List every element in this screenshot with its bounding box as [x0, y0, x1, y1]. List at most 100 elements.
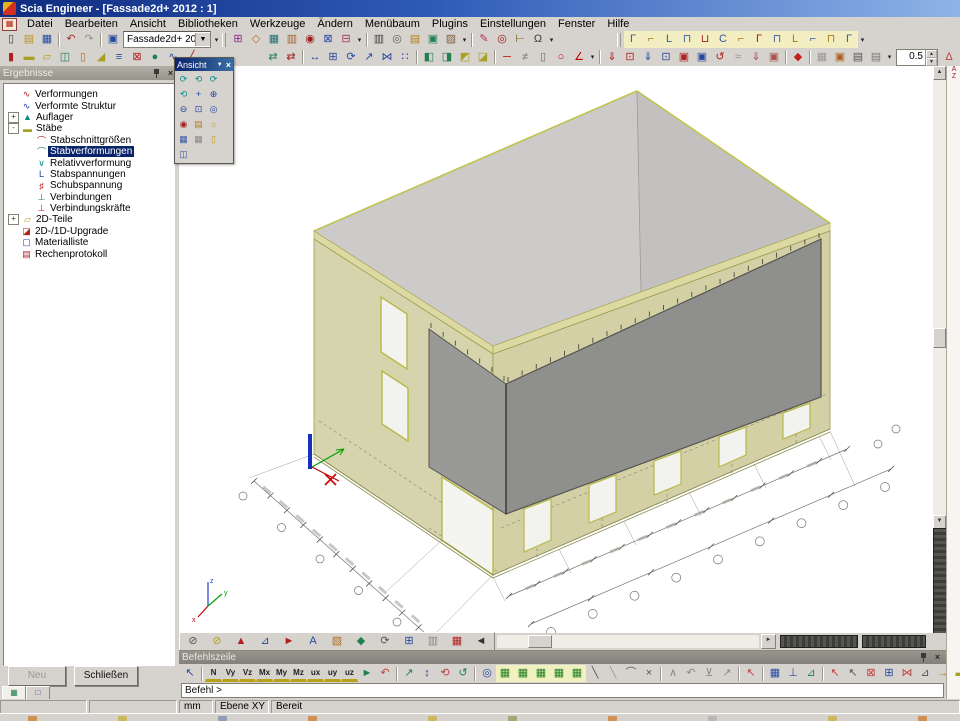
- scroll-down-icon[interactable]: ▼: [933, 515, 946, 529]
- render-mode-icon[interactable]: ▧: [325, 633, 349, 650]
- cross-section-more-icon[interactable]: ▾: [858, 36, 867, 44]
- rotate-icon[interactable]: ⟳: [342, 49, 360, 66]
- zoom-out-icon[interactable]: ⊖: [176, 102, 191, 117]
- copy-icon[interactable]: ⊞: [324, 49, 342, 66]
- dimension-labels-icon[interactable]: A: [301, 633, 325, 650]
- zoom-settings-icon[interactable]: ◎: [493, 31, 511, 48]
- menu-hilfe[interactable]: Hilfe: [601, 18, 635, 30]
- menu-ansicht[interactable]: Ansicht: [124, 18, 172, 30]
- snap-arc-icon[interactable]: ⌒: [622, 665, 640, 682]
- print-icon[interactable]: ▥: [370, 31, 388, 48]
- picture-to-document-icon[interactable]: ▣: [831, 49, 849, 66]
- drawing-canvas[interactable]: z y x: [179, 66, 933, 633]
- color-settings-icon[interactable]: ✎: [475, 31, 493, 48]
- snap-skew-icon[interactable]: ⊿: [802, 665, 820, 682]
- tree-item-shear-stress[interactable]: ♯Schubspannung: [4, 180, 174, 191]
- result-uy-button[interactable]: uy: [324, 666, 341, 682]
- undo-icon[interactable]: ↶: [62, 31, 80, 48]
- table-Gd-minus-icon[interactable]: ▦: [514, 665, 532, 682]
- tree-item-deformed-structure[interactable]: ∿Verformte Struktur: [4, 100, 174, 111]
- load-case-1-icon[interactable]: ⇓: [603, 49, 621, 66]
- stored-view-2-icon[interactable]: ▦: [191, 132, 206, 147]
- flag-labels-icon[interactable]: ►: [277, 633, 301, 650]
- scale-x-up-icon[interactable]: ▲: [926, 50, 937, 58]
- toolbar-grip[interactable]: [617, 33, 621, 47]
- dimension-height-icon[interactable]: ▯: [534, 49, 552, 66]
- clipboard-icon[interactable]: ▥: [283, 31, 301, 48]
- command-panel-header[interactable]: Befehlszeile ×: [179, 651, 946, 664]
- model-3d-icon[interactable]: ◇: [247, 31, 265, 48]
- cross-section-13-icon[interactable]: Г: [840, 31, 858, 48]
- center-display-icon[interactable]: ◎: [478, 665, 496, 682]
- section-cut-icon[interactable]: ▮: [2, 49, 20, 66]
- cross-section-3-icon[interactable]: L: [660, 31, 678, 48]
- load-case-2-icon[interactable]: ⊡: [621, 49, 639, 66]
- menu-aendern[interactable]: Ändern: [311, 18, 358, 30]
- tree-item-2d-members[interactable]: +▱2D-Teile: [4, 214, 174, 225]
- new-button[interactable]: Neu: [8, 666, 66, 686]
- snap-polar-icon[interactable]: ⊿: [916, 665, 934, 682]
- menu-menuebaum[interactable]: Menübaum: [359, 18, 426, 30]
- view-axo-icon[interactable]: ◪: [474, 49, 492, 66]
- save-view-icon[interactable]: ▦: [813, 49, 831, 66]
- ansicht-close-icon[interactable]: ×: [226, 60, 231, 70]
- model-tools-more-icon[interactable]: ▾: [355, 36, 364, 44]
- stability-icon[interactable]: ≈: [729, 49, 747, 66]
- snap-line-icon[interactable]: ╲: [586, 665, 604, 682]
- result-Mz-button[interactable]: Mz: [290, 666, 307, 682]
- table-my-icon[interactable]: ▦: [550, 665, 568, 682]
- cross-section-2-icon[interactable]: ⌐: [642, 31, 660, 48]
- zoom-all-icon[interactable]: ◎: [206, 102, 221, 117]
- pan-view-icon[interactable]: +: [191, 87, 206, 102]
- table-input-icon[interactable]: ⊞: [229, 31, 247, 48]
- tree-item-calculation-report[interactable]: ▤Rechenprotokoll: [4, 248, 174, 259]
- snap-cursor-icon[interactable]: ↖: [742, 665, 760, 682]
- document-preview-icon[interactable]: ▤: [406, 31, 424, 48]
- zoom-window-icon[interactable]: ⊡: [191, 102, 206, 117]
- measure-slope-icon[interactable]: ⊿: [253, 633, 277, 650]
- tree-item-member-deformations[interactable]: ⌒Stabverformungen: [4, 146, 174, 157]
- angle-tool-icon[interactable]: ∠: [570, 49, 588, 66]
- tree-item-member-internal-forces[interactable]: ⌒Stabschnittgrößen: [4, 135, 174, 146]
- cross-section-6-icon[interactable]: С: [714, 31, 732, 48]
- cross-section-8-icon[interactable]: Г: [750, 31, 768, 48]
- node-icon[interactable]: ●: [146, 49, 164, 66]
- calculation-mesh-icon[interactable]: ▦: [265, 31, 283, 48]
- project-combo-more[interactable]: ▾: [212, 36, 221, 44]
- support-display-icon[interactable]: ↕: [418, 665, 436, 682]
- array-icon[interactable]: ∷: [396, 49, 414, 66]
- stored-view-1-icon[interactable]: ▦: [176, 132, 191, 147]
- snap-vertex-icon[interactable]: ∧: [664, 665, 682, 682]
- tree-item-supports[interactable]: +▲Auflager: [4, 112, 174, 123]
- snap-edge-icon[interactable]: ↶: [682, 665, 700, 682]
- rib-icon[interactable]: ≡: [110, 49, 128, 66]
- node-rotation-icon[interactable]: ↗: [400, 665, 418, 682]
- open-project-icon[interactable]: ▤: [20, 31, 38, 48]
- snap-endpoint-icon[interactable]: ↖: [826, 665, 844, 682]
- recalculate-icon[interactable]: ◉: [301, 31, 319, 48]
- haunch-icon[interactable]: ◢: [92, 49, 110, 66]
- units-settings-icon[interactable]: Ω: [529, 31, 547, 48]
- view-note-icon[interactable]: ▯: [206, 132, 221, 147]
- column-icon[interactable]: ▯: [74, 49, 92, 66]
- ansicht-toolbar-header[interactable]: Ansicht ▼ ×: [175, 58, 233, 71]
- result-N-button[interactable]: N: [205, 666, 222, 682]
- toolbar-grip[interactable]: [222, 33, 226, 47]
- table-mx-icon[interactable]: ▦: [532, 665, 550, 682]
- project-combo-dropdown-icon[interactable]: ▼: [195, 33, 210, 46]
- grid-table-icon[interactable]: ▦: [445, 633, 469, 650]
- tree-item-member-stresses[interactable]: LStabspannungen: [4, 169, 174, 180]
- menu-einstellungen[interactable]: Einstellungen: [474, 18, 552, 30]
- new-document-icon[interactable]: ▯: [2, 31, 20, 48]
- rotation-fix-icon[interactable]: ↶: [376, 665, 394, 682]
- snap-delete-icon[interactable]: ×: [640, 665, 658, 682]
- settings-more-icon[interactable]: ▾: [547, 36, 556, 44]
- ansicht-dropdown-icon[interactable]: ▼: [217, 62, 223, 68]
- table-dxf-icon[interactable]: ▦: [568, 665, 586, 682]
- result-Vy-button[interactable]: Vy: [222, 666, 239, 682]
- tree-item-relative-deformation[interactable]: ∨Relativverformung: [4, 157, 174, 168]
- expander-icon[interactable]: +: [8, 214, 19, 225]
- shading-mode-icon[interactable]: ◆: [349, 633, 373, 650]
- snap-ortho-icon[interactable]: ⊥: [784, 665, 802, 682]
- view-manager-icon[interactable]: ▤: [191, 117, 206, 132]
